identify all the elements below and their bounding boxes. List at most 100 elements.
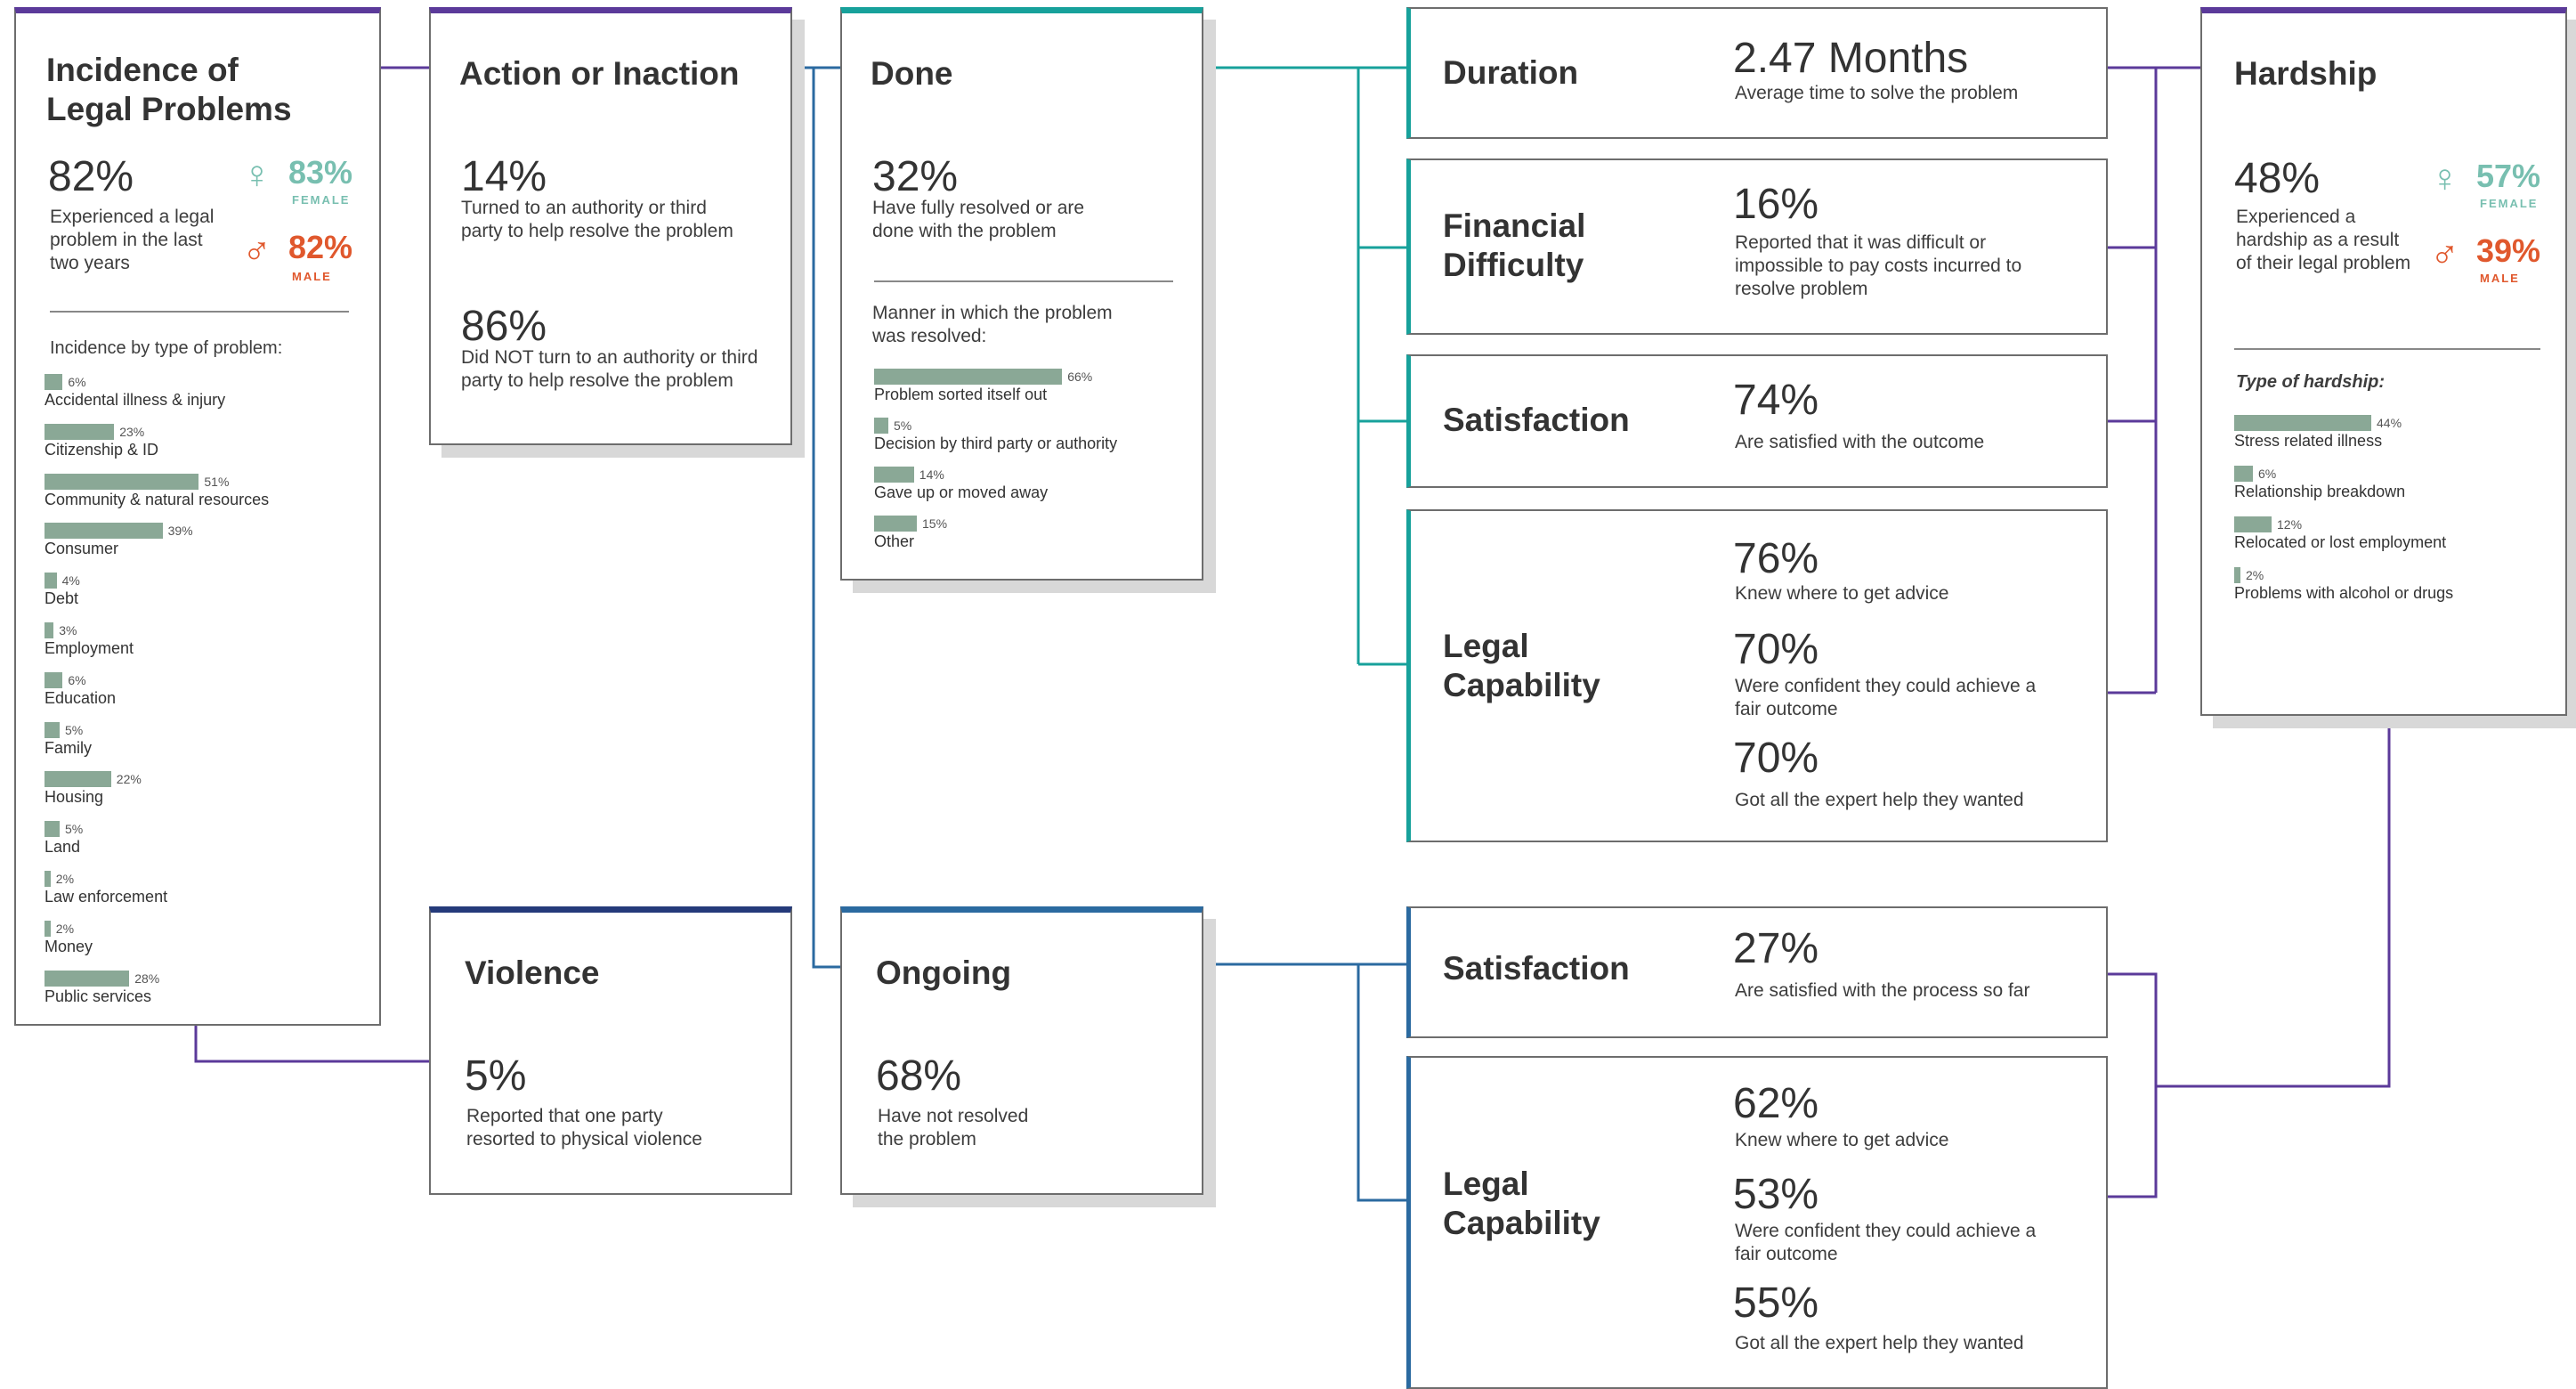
female-icon: ♀ [2430, 157, 2459, 200]
bar-row: 4% [45, 572, 80, 589]
action-desc2-line1: Did NOT turn to an authority or third [461, 347, 758, 368]
bar-item: 39% Consumer [45, 522, 374, 568]
ongoing-capability-desc3: Got all the expert help they wanted [1735, 1333, 2024, 1353]
bar-row: 22% [45, 770, 142, 788]
connector-action-ongoing [812, 68, 840, 969]
bar-row: 15% [874, 515, 947, 532]
connector-ongoing-branch [1357, 964, 1410, 1202]
bar-row: 5% [45, 721, 83, 739]
bar-item: 22% Housing [45, 770, 374, 816]
violence-value: 5% [465, 1052, 527, 1100]
bar-item: 44% Stress related illness [2234, 414, 2555, 460]
bar-value-label: 39% [167, 524, 193, 539]
done-satisfaction-card: Satisfaction 74% Are satisfied with the … [1406, 354, 2108, 488]
bar-category-label: Gave up or moved away [874, 483, 1049, 501]
duration-label: Duration [1443, 54, 1579, 91]
hardship-female-value: 57% [2476, 158, 2541, 194]
hardship-card: Hardship 48% Experienced a hardship as a… [2200, 7, 2567, 716]
bar-row: 44% [2234, 414, 2402, 432]
bar [45, 920, 51, 937]
bar-category-label: Debt [45, 589, 79, 608]
connector-done-hardship [2108, 66, 2200, 694]
incidence-desc-line1: Experienced a legal [50, 207, 215, 227]
bar-category-label: Other [874, 532, 915, 550]
financial-label-line2: Difficulty [1443, 247, 1584, 283]
bar-row: 6% [45, 373, 86, 391]
ongoing-desc-line2: the problem [878, 1129, 976, 1149]
done-manner-line2: was resolved: [872, 326, 987, 346]
female-icon: ♀ [242, 153, 271, 197]
divider [874, 280, 1173, 282]
done-desc-line1: Have fully resolved or are [872, 198, 1085, 218]
bar-value-label: 4% [61, 573, 80, 589]
bar-value-label: 5% [894, 418, 912, 433]
ongoing-value: 68% [876, 1052, 962, 1100]
bar-value-label: 44% [2377, 416, 2402, 430]
done-capability-value1: 76% [1733, 535, 1819, 582]
bar-row: 51% [45, 473, 229, 491]
bar-row: 5% [874, 417, 911, 435]
bar-value-label: 51% [204, 474, 230, 489]
bar-item: 2% Problems with alcohol or drugs [2234, 566, 2555, 613]
bar-value-label: 2% [55, 872, 75, 886]
bar-category-label: Law enforcement [45, 888, 168, 906]
bar-category-label: Money [45, 937, 93, 955]
incidence-title-line1: Incidence of [46, 52, 239, 88]
ongoing-capability-value3: 55% [1733, 1279, 1819, 1327]
bar [45, 671, 63, 688]
divider [50, 311, 349, 313]
hardship-male-label: MALE [2480, 272, 2520, 285]
hardship-title: Hardship [2234, 55, 2378, 92]
bar-item: 66% Problem sorted itself out [874, 368, 1195, 414]
bar-value-label: 2% [2246, 568, 2264, 582]
divider [2234, 348, 2540, 350]
incidence-desc-line2: problem in the last [50, 230, 203, 250]
action-desc1-line1: Turned to an authority or third [461, 198, 707, 218]
hardship-male-value: 39% [2476, 232, 2541, 269]
bar [2234, 466, 2253, 482]
ongoing-capability-card: Legal Capability 62% Knew where to get a… [1406, 1056, 2108, 1389]
bar [45, 622, 54, 638]
bar-category-label: Employment [45, 639, 134, 657]
bar-category-label: Family [45, 738, 92, 757]
done-card: Done 32% Have fully resolved or are done… [840, 7, 1203, 581]
bar [45, 871, 51, 887]
done-capability-desc1: Knew where to get advice [1735, 583, 1949, 604]
bar-category-label: Problems with alcohol or drugs [2234, 584, 2454, 602]
financial-desc-line1: Reported that it was difficult or [1735, 232, 1987, 253]
bar-value-label: 14% [919, 467, 944, 482]
ongoing-capability-label-line2: Capability [1443, 1205, 1600, 1241]
hardship-bar-chart: 44% Stress related illness 6% Relationship … [2234, 414, 2555, 628]
bar-row: 3% [45, 621, 77, 639]
bar-value-label: 5% [65, 722, 84, 737]
bar-item: 5% Family [45, 721, 374, 768]
done-value: 32% [872, 153, 959, 200]
hardship-desc-line3: of their legal problem [2236, 253, 2411, 273]
bar-row: 2% [45, 920, 74, 938]
bar [2234, 415, 2371, 431]
incidence-bar-chart: 6% Accidental illness & injury 23% Citizens… [45, 373, 374, 1014]
bar-item: 6% Education [45, 671, 374, 718]
bar-category-label: Relationship breakdown [2234, 483, 2406, 500]
done-capability-desc2-line2: fair outcome [1735, 699, 1838, 719]
incidence-desc-line3: two years [50, 253, 130, 273]
action-card: Action or Inaction 14% Turned to an auth… [429, 7, 792, 445]
ongoing-desc-line1: Have not resolved [878, 1106, 1029, 1126]
done-duration-card: Duration 2.47 Months Average time to sol… [1406, 7, 2108, 139]
ongoing-capability-desc1: Knew where to get advice [1735, 1130, 1949, 1150]
bar [2234, 567, 2240, 583]
bar [45, 374, 63, 390]
bar-category-label: Citizenship & ID [45, 440, 159, 459]
done-capability-desc2-line1: Were confident they could achieve a [1735, 676, 2037, 696]
incidence-by-type-heading: Incidence by type of problem: [50, 338, 283, 358]
bar-row: 6% [2234, 465, 2276, 483]
bar-value-label: 6% [68, 672, 86, 687]
bar-value-label: 6% [2258, 467, 2277, 481]
bar-value-label: 22% [116, 772, 142, 787]
done-capability-label-line2: Capability [1443, 667, 1600, 703]
done-capability-label-line1: Legal [1443, 628, 1529, 664]
done-capability-value2: 70% [1733, 626, 1819, 673]
connector-lines [194, 66, 2391, 1202]
bar-value-label: 2% [55, 921, 75, 936]
bar-item: 2% Money [45, 920, 374, 966]
